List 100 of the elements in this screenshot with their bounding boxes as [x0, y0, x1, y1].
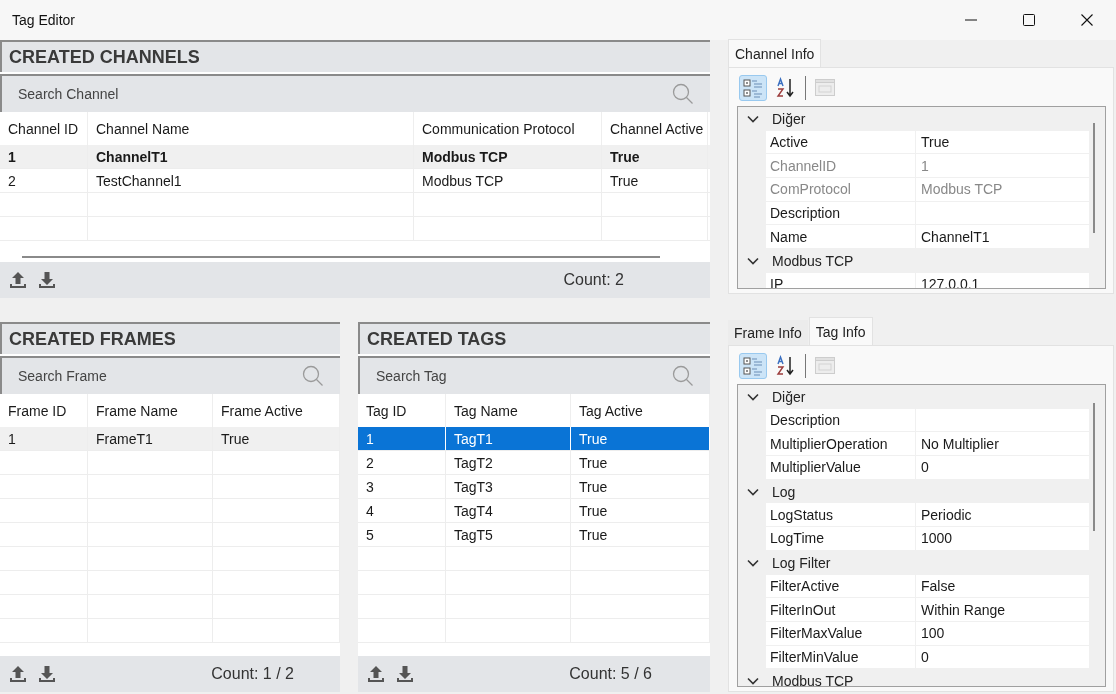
table-cell: True [602, 169, 708, 192]
download-icon[interactable] [37, 664, 57, 684]
panel-title: CREATED FRAMES [9, 328, 176, 350]
chevron-down-icon[interactable] [747, 558, 759, 567]
property-name[interactable]: FilterMinValue [766, 645, 916, 669]
chevron-down-icon[interactable] [747, 114, 759, 123]
panel-title: CREATED TAGS [367, 328, 507, 350]
property-name[interactable]: MultiplierOperation [766, 432, 916, 456]
chevron-down-icon[interactable] [747, 392, 759, 401]
category-row[interactable]: Diğer [738, 385, 1089, 409]
property-name[interactable]: Description [766, 408, 916, 432]
category-row[interactable]: Modbus TCP [738, 249, 1089, 273]
categorized-button[interactable] [739, 353, 767, 379]
table-cell: 4 [358, 499, 446, 522]
search-bar[interactable]: Search Channel [0, 74, 710, 112]
close-icon [1081, 14, 1093, 26]
search-icon[interactable] [672, 83, 694, 105]
table-row[interactable]: 2 TestChannel1 Modbus TCP True [0, 169, 710, 193]
property-value[interactable]: 0 [916, 645, 1089, 669]
table-cell: TagT1 [446, 427, 571, 450]
property-value[interactable]: No Multiplier [916, 432, 1089, 456]
categorized-button[interactable] [739, 75, 767, 101]
property-value[interactable]: Periodic [916, 503, 1089, 527]
search-icon[interactable] [302, 365, 324, 387]
sort-az-icon [775, 77, 797, 99]
table-row[interactable]: 5 TagT5 True [358, 523, 710, 547]
window-title: Tag Editor [12, 12, 76, 28]
property-value[interactable]: 0 [916, 456, 1089, 479]
table-row[interactable]: 1 FrameT1 True [0, 427, 340, 451]
table-cell: True [571, 475, 710, 498]
category-row[interactable]: Modbus TCP [738, 669, 1089, 686]
table-cell: True [571, 499, 710, 522]
property-value[interactable]: Modbus TCP [916, 178, 1089, 201]
property-name[interactable]: Active [766, 130, 916, 154]
property-value[interactable]: 1 [916, 154, 1089, 178]
table-cell: Modbus TCP [414, 169, 602, 192]
window-icon [814, 356, 836, 376]
property-name[interactable]: Description [766, 201, 916, 225]
property-value[interactable]: True [916, 130, 1089, 154]
upload-icon[interactable] [366, 664, 386, 684]
tab[interactable]: Frame Info [728, 320, 808, 345]
upload-icon[interactable] [8, 270, 28, 290]
property-name[interactable]: LogStatus [766, 503, 916, 527]
table-cell: ChannelT1 [88, 145, 414, 168]
search-bar[interactable]: Search Tag [358, 356, 710, 394]
table-cell: 5 [358, 523, 446, 546]
property-name[interactable]: ChannelID [766, 154, 916, 178]
table-row[interactable]: 1 ChannelT1 Modbus TCP True [0, 145, 710, 169]
table-cell: 1 [0, 145, 88, 168]
search-field[interactable]: Search Channel [18, 83, 278, 105]
property-name[interactable]: MultiplierValue [766, 456, 916, 479]
download-icon[interactable] [395, 664, 415, 684]
download-icon[interactable] [37, 270, 57, 290]
property-name[interactable]: FilterActive [766, 574, 916, 598]
chevron-down-icon[interactable] [747, 487, 759, 496]
category-row[interactable]: Log Filter [738, 550, 1089, 575]
scrollbar-thumb[interactable] [1093, 403, 1095, 531]
category-name: Modbus TCP [772, 252, 854, 269]
scrollbar-thumb[interactable] [1093, 123, 1095, 233]
search-field[interactable]: Search Tag [376, 365, 636, 387]
property-name[interactable]: FilterInOut [766, 598, 916, 621]
panel-title: CREATED CHANNELS [9, 46, 200, 68]
scrollbar-thumb[interactable] [22, 256, 660, 258]
table-cell: 2 [358, 451, 446, 474]
property-name[interactable]: Name [766, 225, 916, 249]
table-cell: True [571, 427, 710, 450]
category-row[interactable]: Diğer [738, 107, 1089, 131]
window-icon [814, 78, 836, 98]
table-cell: TestChannel1 [88, 169, 414, 192]
search-icon[interactable] [672, 365, 694, 387]
table-cell: True [571, 451, 710, 474]
tab[interactable]: Channel Info [728, 39, 822, 67]
category-name: Log Filter [772, 554, 831, 571]
property-name[interactable]: LogTime [766, 527, 916, 550]
search-bar[interactable]: Search Frame [0, 356, 340, 394]
table-cell: FrameT1 [88, 427, 213, 450]
table-cell: 1 [0, 427, 88, 450]
table-row[interactable]: 3 TagT3 True [358, 475, 710, 499]
sort-az-icon [775, 355, 797, 377]
table-row[interactable]: 4 TagT4 True [358, 499, 710, 523]
property-name[interactable]: FilterMaxValue [766, 621, 916, 645]
table-row[interactable]: 2 TagT2 True [358, 451, 710, 475]
search-field[interactable]: Search Frame [18, 365, 278, 387]
category-name: Diğer [772, 388, 806, 405]
table-cell: True [571, 523, 710, 546]
property-value[interactable]: 1000 [916, 527, 1089, 550]
property-value[interactable]: 100 [916, 621, 1089, 645]
chevron-down-icon[interactable] [747, 677, 759, 686]
property-value[interactable]: False [916, 574, 1089, 598]
category-row[interactable]: Log [738, 479, 1089, 504]
category-name: Log [772, 483, 796, 500]
chevron-down-icon[interactable] [747, 256, 759, 265]
property-value[interactable]: ChannelT1 [916, 225, 1089, 249]
property-name[interactable]: ComProtocol [766, 178, 916, 201]
table-cell: 2 [0, 169, 88, 192]
upload-icon[interactable] [8, 664, 28, 684]
tab[interactable]: Tag Info [808, 317, 873, 345]
table-cell: Modbus TCP [414, 145, 602, 168]
table-row[interactable]: 1 TagT1 True [358, 427, 710, 451]
property-value[interactable]: Within Range [916, 598, 1089, 621]
